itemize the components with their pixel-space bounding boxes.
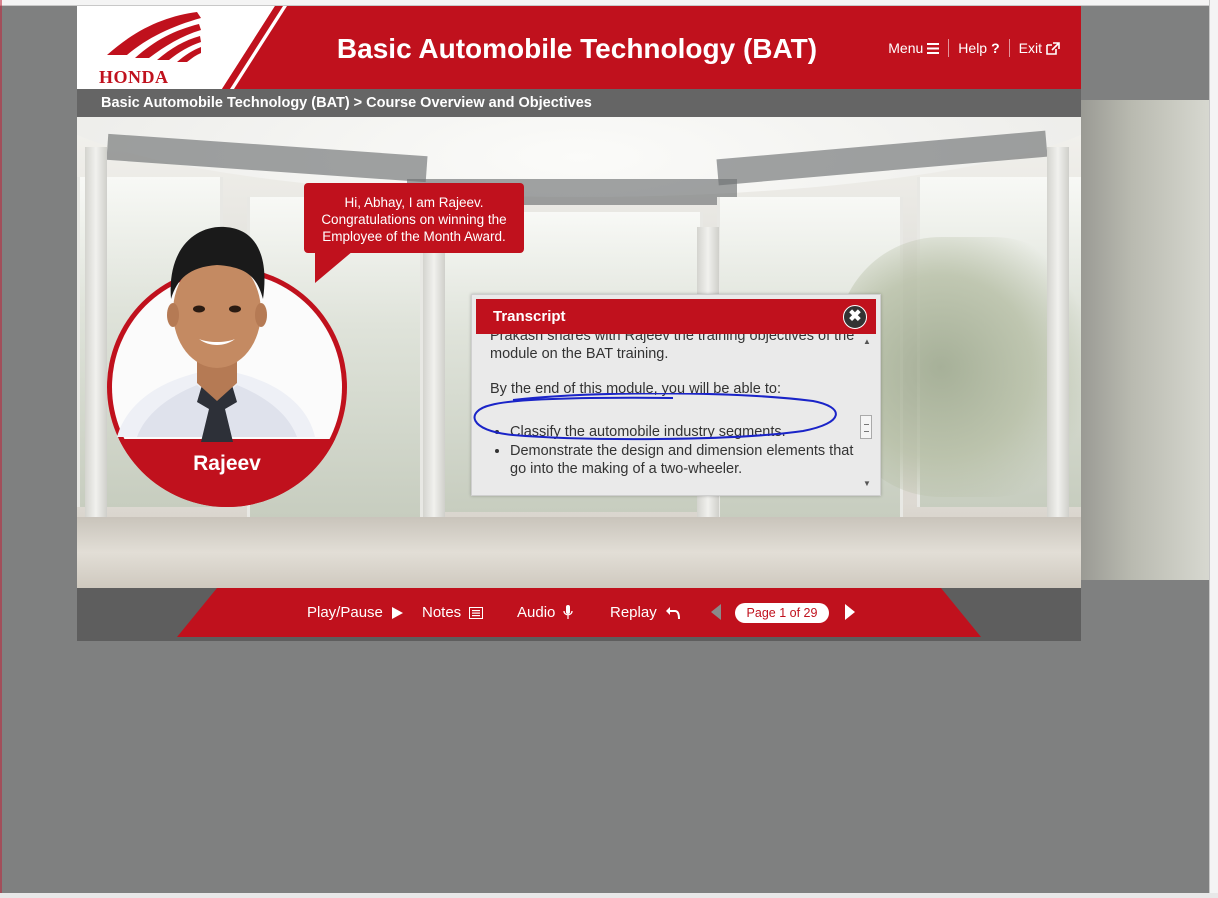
transcript-lead: By the end of this module, you will be a… (490, 381, 781, 397)
external-link-icon (1046, 41, 1060, 55)
audio-button[interactable]: Audio (517, 588, 574, 637)
transcript-text: Prakash shares with Rajeev the training … (490, 334, 856, 492)
scroll-up-arrow-icon[interactable]: ▲ (863, 337, 871, 346)
exit-label: Exit (1018, 40, 1042, 56)
window-left-border (0, 0, 2, 898)
menu-label: Menu (888, 40, 924, 56)
background-peek (1081, 100, 1209, 580)
speech-bubble-tail (315, 251, 353, 283)
player-controls: Play/Pause Notes Audio Replay Page 1 of … (77, 588, 1081, 641)
notes-label: Notes (422, 604, 462, 621)
notes-icon (469, 606, 484, 619)
pillar (1047, 147, 1069, 517)
course-title: Basic Automobile Technology (BAT) (336, 33, 818, 64)
transcript-scrollbar[interactable]: ▲ ▼ (859, 334, 875, 491)
play-icon (391, 606, 403, 619)
question-icon: ? (991, 40, 1000, 56)
menu-button[interactable]: Menu (879, 39, 948, 57)
list-item: Demonstrate the design and dimension ele… (510, 442, 856, 478)
window-bottom-border (0, 893, 1218, 898)
transcript-intro: Prakash shares with Rajeev the training … (490, 334, 855, 362)
page-indicator: Page 1 of 29 (735, 603, 829, 623)
honda-logo: HONDA (77, 6, 337, 89)
pillar (423, 227, 445, 517)
scroll-down-arrow-icon[interactable]: ▼ (863, 479, 871, 488)
exit-button[interactable]: Exit (1010, 39, 1069, 57)
course-player: HONDA Basic Automobile Technology (BAT) … (77, 6, 1081, 641)
replay-label: Replay (610, 604, 657, 621)
prev-arrow-icon[interactable] (711, 604, 721, 620)
breadcrumb-text: Basic Automobile Technology (BAT) > Cour… (101, 95, 592, 111)
floor (77, 517, 1081, 588)
help-label: Help (958, 40, 988, 56)
window-right-border (1209, 0, 1218, 898)
close-icon[interactable]: ✖ (843, 305, 867, 329)
list-item: Classify the automobile industry segment… (510, 423, 856, 441)
top-nav: Menu Help ? Exit (879, 39, 1069, 57)
play-pause-label: Play/Pause (307, 604, 383, 621)
transcript-panel: Transcript ✖ Prakash shares with Rajeev … (471, 294, 881, 496)
play-pause-button[interactable]: Play/Pause (307, 588, 404, 637)
character-portrait (117, 226, 315, 442)
microphone-icon (563, 605, 574, 619)
honda-wing-icon (107, 12, 201, 62)
transcript-header: Transcript ✖ (476, 299, 876, 334)
breadcrumb: Basic Automobile Technology (BAT) > Cour… (77, 89, 1081, 117)
scene-background: Rajeev Hi, Abhay, I am Rajeev. Congratul… (77, 117, 1081, 588)
transcript-title: Transcript (493, 308, 566, 325)
transcript-content: Prakash shares with Rajeev the training … (490, 334, 856, 479)
character-name: Rajeev (193, 452, 261, 475)
speech-bubble: Hi, Abhay, I am Rajeev. Congratulations … (304, 183, 524, 253)
replay-button[interactable]: Replay (610, 588, 681, 637)
objectives-list: Classify the automobile industry segment… (490, 423, 856, 478)
audio-label: Audio (517, 604, 556, 621)
pillar (85, 147, 107, 517)
help-button[interactable]: Help ? (949, 39, 1008, 57)
next-arrow-icon[interactable] (845, 604, 855, 620)
hamburger-icon (927, 42, 940, 54)
replay-icon (665, 606, 680, 619)
header: HONDA Basic Automobile Technology (BAT) … (77, 6, 1081, 89)
controls-band (177, 588, 981, 637)
scroll-thumb[interactable] (860, 415, 872, 439)
logo-wordmark: HONDA (99, 67, 169, 87)
notes-button[interactable]: Notes (422, 588, 484, 637)
